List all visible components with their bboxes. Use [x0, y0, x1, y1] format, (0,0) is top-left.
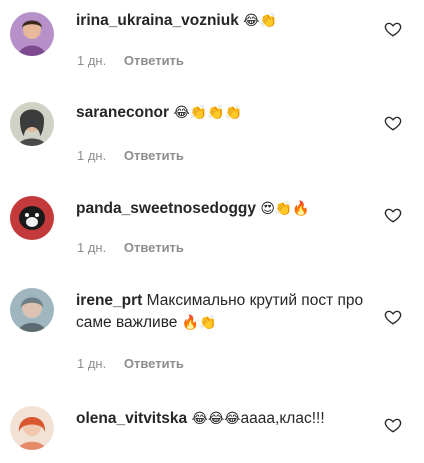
heart-icon[interactable] [384, 416, 402, 434]
comment-time[interactable]: 1 дн. [77, 356, 106, 371]
comment-emoji: 🔥👏 [181, 315, 217, 331]
reply-button[interactable]: Ответить [124, 356, 184, 371]
avatar[interactable] [10, 12, 54, 56]
comment-meta: 1 дн. Ответить [77, 53, 184, 68]
comment-emoji: 😂👏👏👏 [173, 105, 243, 121]
comment-meta: 1 дн. Ответить [77, 240, 184, 255]
username-link[interactable]: panda_sweetnosedoggy [76, 200, 256, 217]
reply-button[interactable]: Ответить [124, 53, 184, 68]
comment-text: irina_ukraina_vozniuk 😂👏 [76, 10, 378, 32]
avatar[interactable] [10, 406, 54, 450]
username-link[interactable]: saraneconor [76, 104, 169, 121]
avatar[interactable] [10, 196, 54, 240]
comment-emoji: 😍👏🔥 [260, 201, 310, 217]
comment-text: saraneconor 😂👏👏👏 [76, 102, 378, 124]
comment-time[interactable]: 1 дн. [77, 53, 106, 68]
heart-icon[interactable] [384, 206, 402, 224]
heart-icon[interactable] [384, 114, 402, 132]
comment-meta: 1 дн. Ответить [77, 356, 184, 371]
reply-button[interactable]: Ответить [124, 240, 184, 255]
username-link[interactable]: olena_vitvitska [76, 410, 187, 427]
comment-text: olena_vitvitska 😂😂😂аааа,клас!!! [76, 408, 378, 430]
comment-text: irene_prt Максимально крутий пост про са… [76, 290, 378, 334]
comment-time[interactable]: 1 дн. [77, 240, 106, 255]
comment-body: аааа,клас!!! [240, 410, 325, 427]
comment-emoji: 😂😂😂 [191, 411, 241, 427]
reply-button[interactable]: Ответить [124, 148, 184, 163]
heart-icon[interactable] [384, 308, 402, 326]
avatar[interactable] [10, 288, 54, 332]
username-link[interactable]: irene_prt [76, 292, 142, 309]
username-link[interactable]: irina_ukraina_vozniuk [76, 12, 239, 29]
comment-emoji: 😂👏 [243, 13, 277, 29]
comment-text: panda_sweetnosedoggy 😍👏🔥 [76, 198, 378, 220]
heart-icon[interactable] [384, 20, 402, 38]
comment-meta: 1 дн. Ответить [77, 148, 184, 163]
comment-time[interactable]: 1 дн. [77, 148, 106, 163]
avatar[interactable] [10, 102, 54, 146]
